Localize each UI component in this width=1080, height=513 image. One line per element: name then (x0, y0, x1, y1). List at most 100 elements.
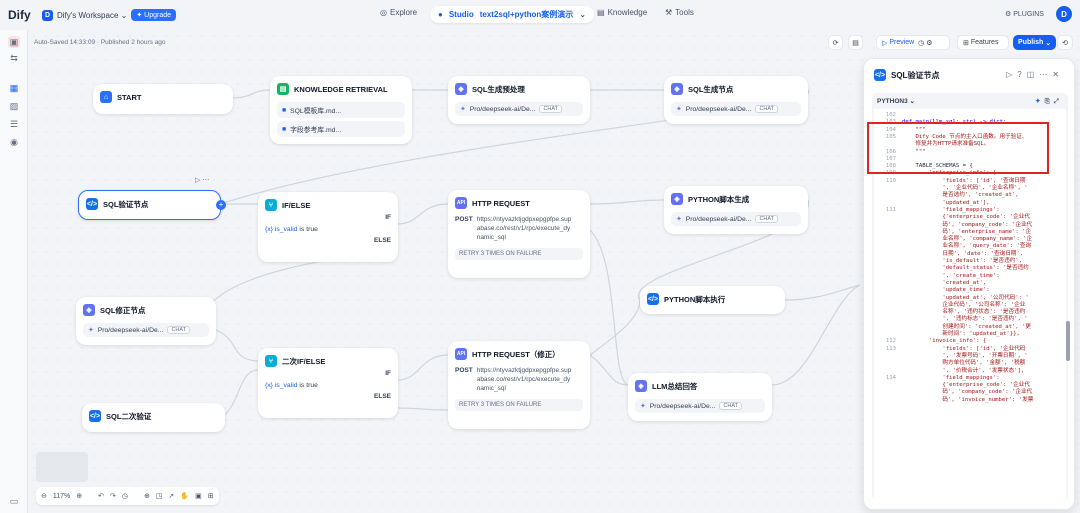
branch-icon: ⑂ (265, 199, 277, 211)
node-if-else[interactable]: ⑂ IF/ELSE IF {x} is_valid is true ELSE (258, 192, 398, 262)
condition-operator: is true (299, 382, 318, 389)
chat-badge: CHAT (755, 105, 779, 113)
line-number: 113 (885, 345, 896, 352)
node-title: SQL二次验证 (106, 411, 152, 421)
node-title: HTTP REQUEST（修正） (472, 349, 560, 359)
history-icon[interactable]: ◷ (122, 492, 128, 500)
copy-icon[interactable]: ⎘ (1045, 98, 1054, 105)
code-line: 码', 'company_code': '企业代 (902, 389, 1033, 396)
export-image-icon[interactable]: ▣ (195, 492, 202, 500)
code-icon: </> (89, 410, 101, 422)
line-number: 112 (885, 338, 896, 345)
model-name: Pro/deepseek-ai/De... (685, 105, 752, 113)
condition-variable: is_valid (274, 226, 298, 233)
code-line: 'created_at', (902, 279, 987, 286)
folder-icon: ■ (282, 125, 287, 133)
layout-icon[interactable]: ◫ (1027, 70, 1040, 79)
model-chip: ✦ Pro/deepseek-ai/De... CHAT (635, 399, 765, 413)
variable-icon: {x} (265, 382, 273, 389)
condition-variable: is_valid (274, 382, 298, 389)
editor-actions[interactable]: ✦⎘⤢ (1035, 97, 1063, 106)
chat-badge: CHAT (755, 215, 779, 223)
code-line: 'invoice_info': { (902, 338, 987, 345)
http-config: POST https://ntyvazktjgdpxepgpfpe.supabas… (455, 366, 583, 393)
branch-icon: ⑂ (265, 355, 277, 367)
line-number: 114 (885, 374, 896, 381)
note-icon[interactable]: ◳ (156, 492, 163, 500)
code-line: 是否选约', 'created_at', (902, 192, 1019, 199)
line-number: 102 (885, 112, 896, 118)
zoom-level[interactable]: 117% (53, 493, 70, 500)
knowledge-item: ■ 字段参考库.md... (277, 121, 405, 137)
node-sql-fix[interactable]: ◈ SQL修正节点 ✦ Pro/deepseek-ai/De... CHAT (76, 297, 216, 345)
code-line: ', '价税合计', '发票状态'], (902, 367, 1025, 374)
http-url: https://ntyvazktjgdpxepgpfpe.supabase.co… (476, 216, 572, 241)
line-number: 111 (885, 206, 896, 213)
if-label: IF (385, 214, 391, 221)
node-actions-menu[interactable]: ▷ ⋯ (195, 176, 209, 184)
zoom-in-icon[interactable]: ⊕ (76, 492, 82, 500)
code-editor-header: PYTHON3 ⌄ ✦⎘⤢ (872, 93, 1068, 109)
node-knowledge-retrieval[interactable]: ▤ KNOWLEDGE RETRIEVAL ■ SQL模板库.md... ■ 字段参考… (270, 76, 412, 144)
panel-title: SQL验证节点 (891, 70, 940, 80)
node-if-else-2[interactable]: ⑂ 二次IF/ELSE IF {x} is_valid is true ELSE (258, 348, 398, 418)
more-icon[interactable]: ⋯ (1039, 70, 1052, 79)
scrollbar[interactable] (1066, 321, 1070, 361)
node-title: SQL修正节点 (100, 305, 146, 315)
code-line: 码', 'enterprise_name': '企 (902, 228, 1032, 235)
model-chip: ✦ Pro/deepseek-ai/De... CHAT (455, 102, 583, 116)
code-line: 'updated_at', '公司代码': ' (902, 294, 1029, 301)
magic-icon[interactable]: ✦ (1035, 98, 1044, 105)
node-sql-preprocess[interactable]: ◈ SQL生成预处理 ✦ Pro/deepseek-ai/De... CHAT (448, 76, 590, 124)
llm-icon: ◈ (671, 83, 683, 95)
node-start[interactable]: ⌂ START (93, 84, 233, 114)
else-label: ELSE (374, 393, 391, 400)
node-http-request-fix[interactable]: API HTTP REQUEST（修正） POST https://ntyvazkt… (448, 341, 590, 429)
llm-icon: ◈ (455, 83, 467, 95)
model-icon: ✦ (460, 106, 466, 113)
llm-icon: ◈ (83, 304, 95, 316)
canvas-toolbar: ⊖ 117% ⊕ ↶ ↷ ◷ ⊕ ◳ ➚ ✋ ▣ ⊞ (36, 487, 219, 505)
node-sql-validate[interactable]: </> SQL验证节点 (78, 190, 221, 220)
run-icon[interactable]: ▷ (1006, 70, 1017, 79)
code-line: 创建时间': 'created_at', '更 (902, 323, 1032, 330)
http-icon: API (455, 348, 467, 360)
node-sql-second-validate[interactable]: </> SQL二次验证 (82, 403, 225, 432)
node-sql-generate[interactable]: ◈ SQL生成节点 ✦ Pro/deepseek-ai/De... CHAT (664, 76, 808, 124)
add-node-icon[interactable]: + (216, 200, 226, 210)
undo-icon[interactable]: ↶ (98, 492, 104, 500)
node-title: KNOWLEDGE RETRIEVAL (294, 84, 388, 94)
add-block-icon[interactable]: ⊕ (144, 492, 150, 500)
http-config: POST https://ntyvazktjgdpxepgpfpe.supabas… (455, 215, 583, 242)
code-icon: </> (647, 293, 659, 305)
zoom-out-icon[interactable]: ⊖ (41, 492, 47, 500)
node-python-generate[interactable]: ◈ PYTHON脚本生成 ✦ Pro/deepseek-ai/De... CHAT (664, 186, 808, 234)
code-icon: </> (86, 198, 98, 210)
llm-icon: ◈ (671, 193, 683, 205)
panel-controls[interactable]: ▷?◫⋯✕ (1006, 70, 1064, 79)
code-line: 'updated_at'], (902, 199, 990, 206)
node-llm-summary[interactable]: ◈ LLM总结回答 ✦ Pro/deepseek-ai/De... CHAT (628, 373, 772, 421)
minimap[interactable] (36, 452, 88, 482)
language-label: PYTHON3 (877, 98, 908, 105)
redo-icon[interactable]: ↷ (110, 492, 116, 500)
node-http-request[interactable]: API HTTP REQUEST POST https://ntyvazktjgdp… (448, 190, 590, 278)
condition: {x} is_valid is true (265, 226, 391, 233)
expand-icon[interactable]: ⤢ (1054, 98, 1063, 105)
organize-icon[interactable]: ⊞ (208, 492, 214, 500)
hand-icon[interactable]: ✋ (180, 492, 189, 500)
else-label: ELSE (374, 237, 391, 244)
node-title: LLM总结回答 (652, 381, 698, 391)
help-icon[interactable]: ? (1017, 70, 1026, 79)
pointer-icon[interactable]: ➚ (169, 492, 175, 500)
language-selector[interactable]: PYTHON3 ⌄ (877, 97, 915, 105)
node-title: SQL生成节点 (688, 84, 734, 94)
node-title: PYTHON脚本生成 (688, 194, 750, 204)
code-line: 码', 'invoice_number': '发票 (902, 396, 1034, 403)
condition: {x} is_valid is true (265, 382, 391, 389)
http-icon: API (455, 197, 467, 209)
node-python-exec[interactable]: </> PYTHON脚本执行 (640, 286, 785, 314)
code-line: 购方单位代码', '金额', '税额 (902, 360, 1026, 367)
close-icon[interactable]: ✕ (1052, 70, 1064, 79)
code-line: 新时间': 'updated_at'}}, (902, 331, 1020, 337)
